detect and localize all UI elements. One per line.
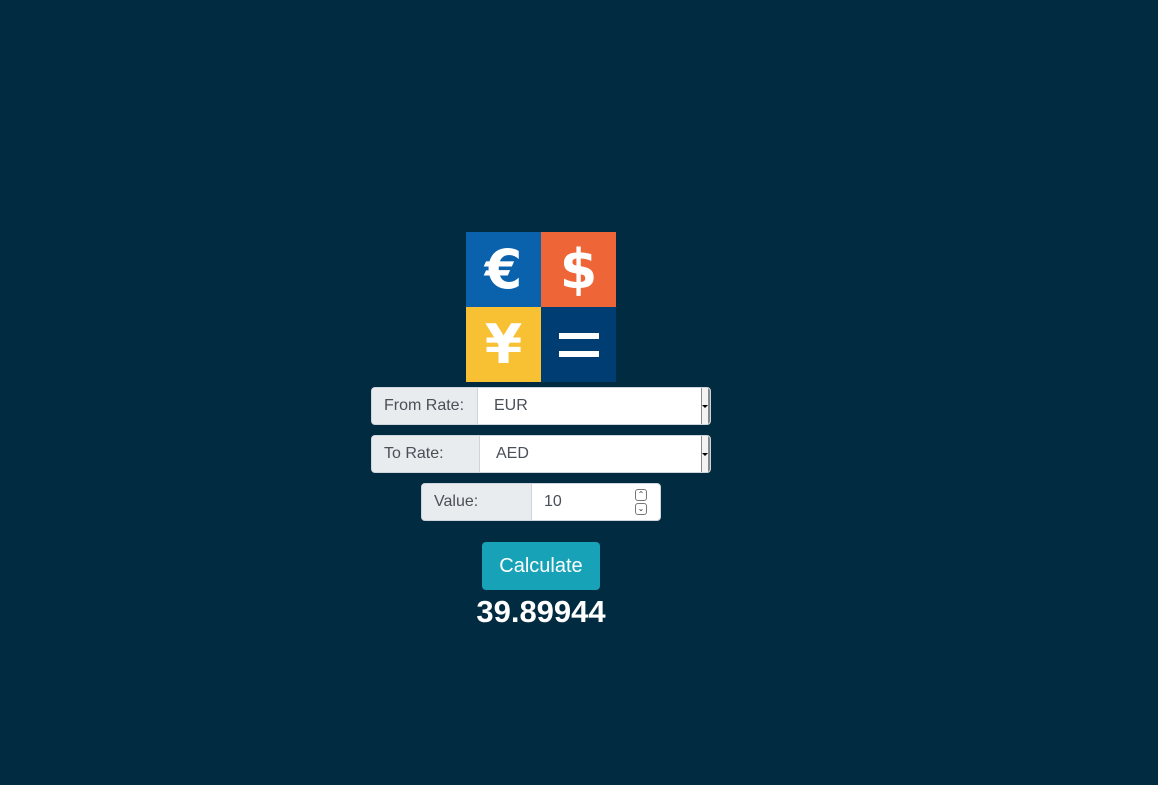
yen-icon: ¥ (466, 307, 541, 382)
value-group: Value: 10 ⌃ ⌄ (421, 483, 661, 521)
equals-icon (541, 307, 616, 382)
spin-down-icon[interactable]: ⌄ (635, 503, 647, 515)
dropdown-arrow-icon[interactable] (701, 436, 710, 472)
dollar-icon: $ (541, 232, 616, 307)
euro-icon: € (466, 232, 541, 307)
value-input[interactable]: 10 ⌃ ⌄ (532, 484, 660, 520)
currency-exchange-logo: € $ ¥ (466, 232, 616, 382)
to-rate-select[interactable]: AED (480, 436, 710, 472)
calculate-button[interactable]: Calculate (482, 542, 600, 590)
number-spinner[interactable]: ⌃ ⌄ (635, 489, 647, 515)
to-rate-value: AED (496, 445, 529, 462)
from-rate-label: From Rate: (372, 388, 478, 424)
yen-symbol: ¥ (484, 312, 523, 376)
value-label: Value: (422, 484, 532, 520)
dollar-symbol: $ (559, 237, 598, 301)
from-rate-select[interactable]: EUR (478, 388, 710, 424)
dropdown-arrow-icon[interactable] (701, 388, 710, 424)
currency-converter-app: € $ ¥ From Rate: EUR To Rate: AED Value:… (0, 0, 1158, 785)
value-current: 10 (544, 493, 562, 510)
conversion-result: 39.89944 (476, 594, 606, 629)
to-rate-group: To Rate: AED (371, 435, 711, 473)
from-rate-value: EUR (494, 397, 528, 414)
spin-up-icon[interactable]: ⌃ (635, 489, 647, 501)
euro-symbol: € (484, 237, 523, 301)
to-rate-label: To Rate: (372, 436, 480, 472)
from-rate-group: From Rate: EUR (371, 387, 711, 425)
